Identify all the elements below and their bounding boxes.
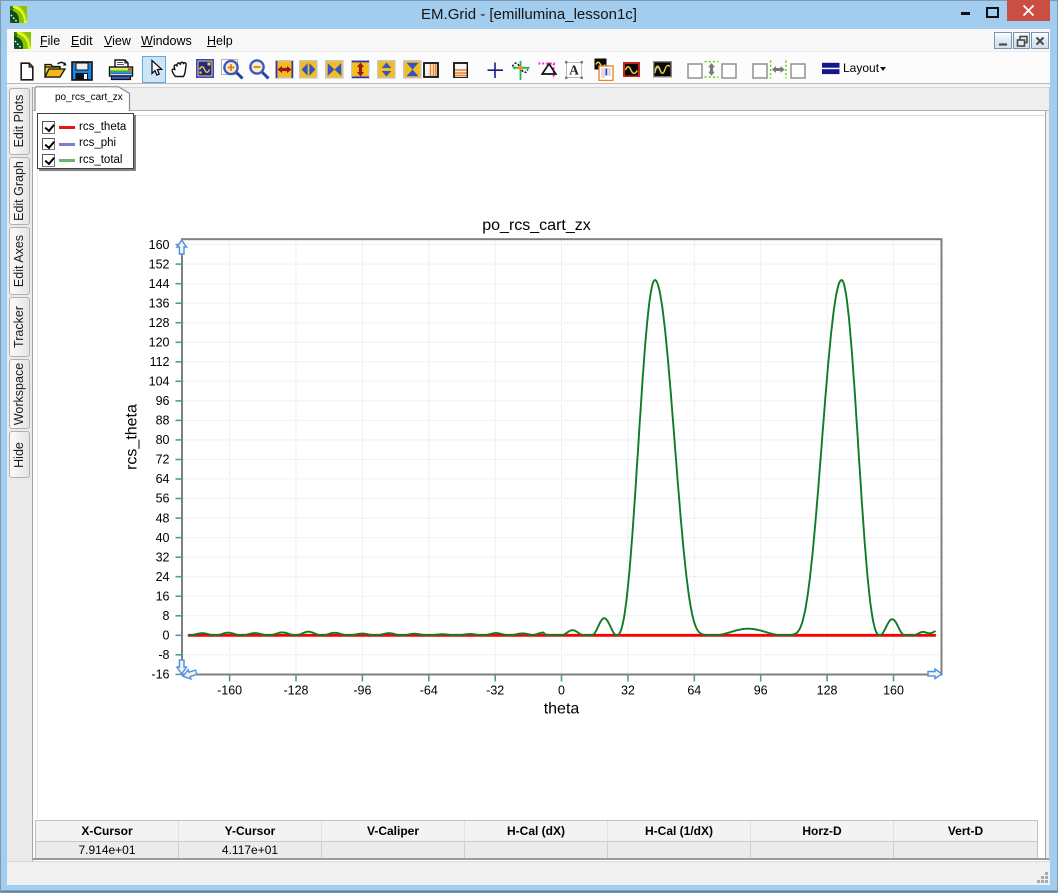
svg-text:48: 48 xyxy=(156,511,170,525)
svg-text:160: 160 xyxy=(149,238,170,252)
svg-text:8: 8 xyxy=(163,609,170,623)
svg-text:104: 104 xyxy=(149,375,170,389)
svg-text:64: 64 xyxy=(687,684,701,698)
svg-text:32: 32 xyxy=(621,684,635,698)
svg-text:136: 136 xyxy=(149,296,170,310)
svg-text:-8: -8 xyxy=(158,648,169,662)
svg-text:64: 64 xyxy=(156,472,170,486)
svg-text:24: 24 xyxy=(156,570,170,584)
svg-text:-160: -160 xyxy=(217,684,242,698)
svg-text:-32: -32 xyxy=(486,684,504,698)
svg-text:0: 0 xyxy=(163,629,170,643)
svg-text:40: 40 xyxy=(156,531,170,545)
svg-text:152: 152 xyxy=(149,257,170,271)
svg-text:160: 160 xyxy=(883,684,904,698)
svg-text:po_rcs_cart_zx: po_rcs_cart_zx xyxy=(482,217,591,234)
svg-text:rcs_theta: rcs_theta xyxy=(124,404,141,470)
svg-text:-96: -96 xyxy=(353,684,371,698)
svg-text:-64: -64 xyxy=(420,684,438,698)
svg-text:144: 144 xyxy=(149,277,170,291)
svg-text:72: 72 xyxy=(156,453,170,467)
svg-text:96: 96 xyxy=(156,394,170,408)
svg-text:A: A xyxy=(569,62,579,77)
svg-text:128: 128 xyxy=(149,316,170,330)
svg-text:theta: theta xyxy=(544,701,580,718)
svg-text:120: 120 xyxy=(149,336,170,350)
svg-text:112: 112 xyxy=(150,355,170,369)
svg-text:0: 0 xyxy=(558,684,565,698)
svg-text:16: 16 xyxy=(156,589,170,603)
svg-text:-128: -128 xyxy=(283,684,308,698)
svg-text:88: 88 xyxy=(156,414,170,428)
svg-text:128: 128 xyxy=(817,684,838,698)
svg-text:96: 96 xyxy=(754,684,768,698)
svg-text:56: 56 xyxy=(156,492,170,506)
svg-text:80: 80 xyxy=(156,433,170,447)
svg-text:32: 32 xyxy=(156,550,170,564)
svg-text:-16: -16 xyxy=(151,668,169,682)
